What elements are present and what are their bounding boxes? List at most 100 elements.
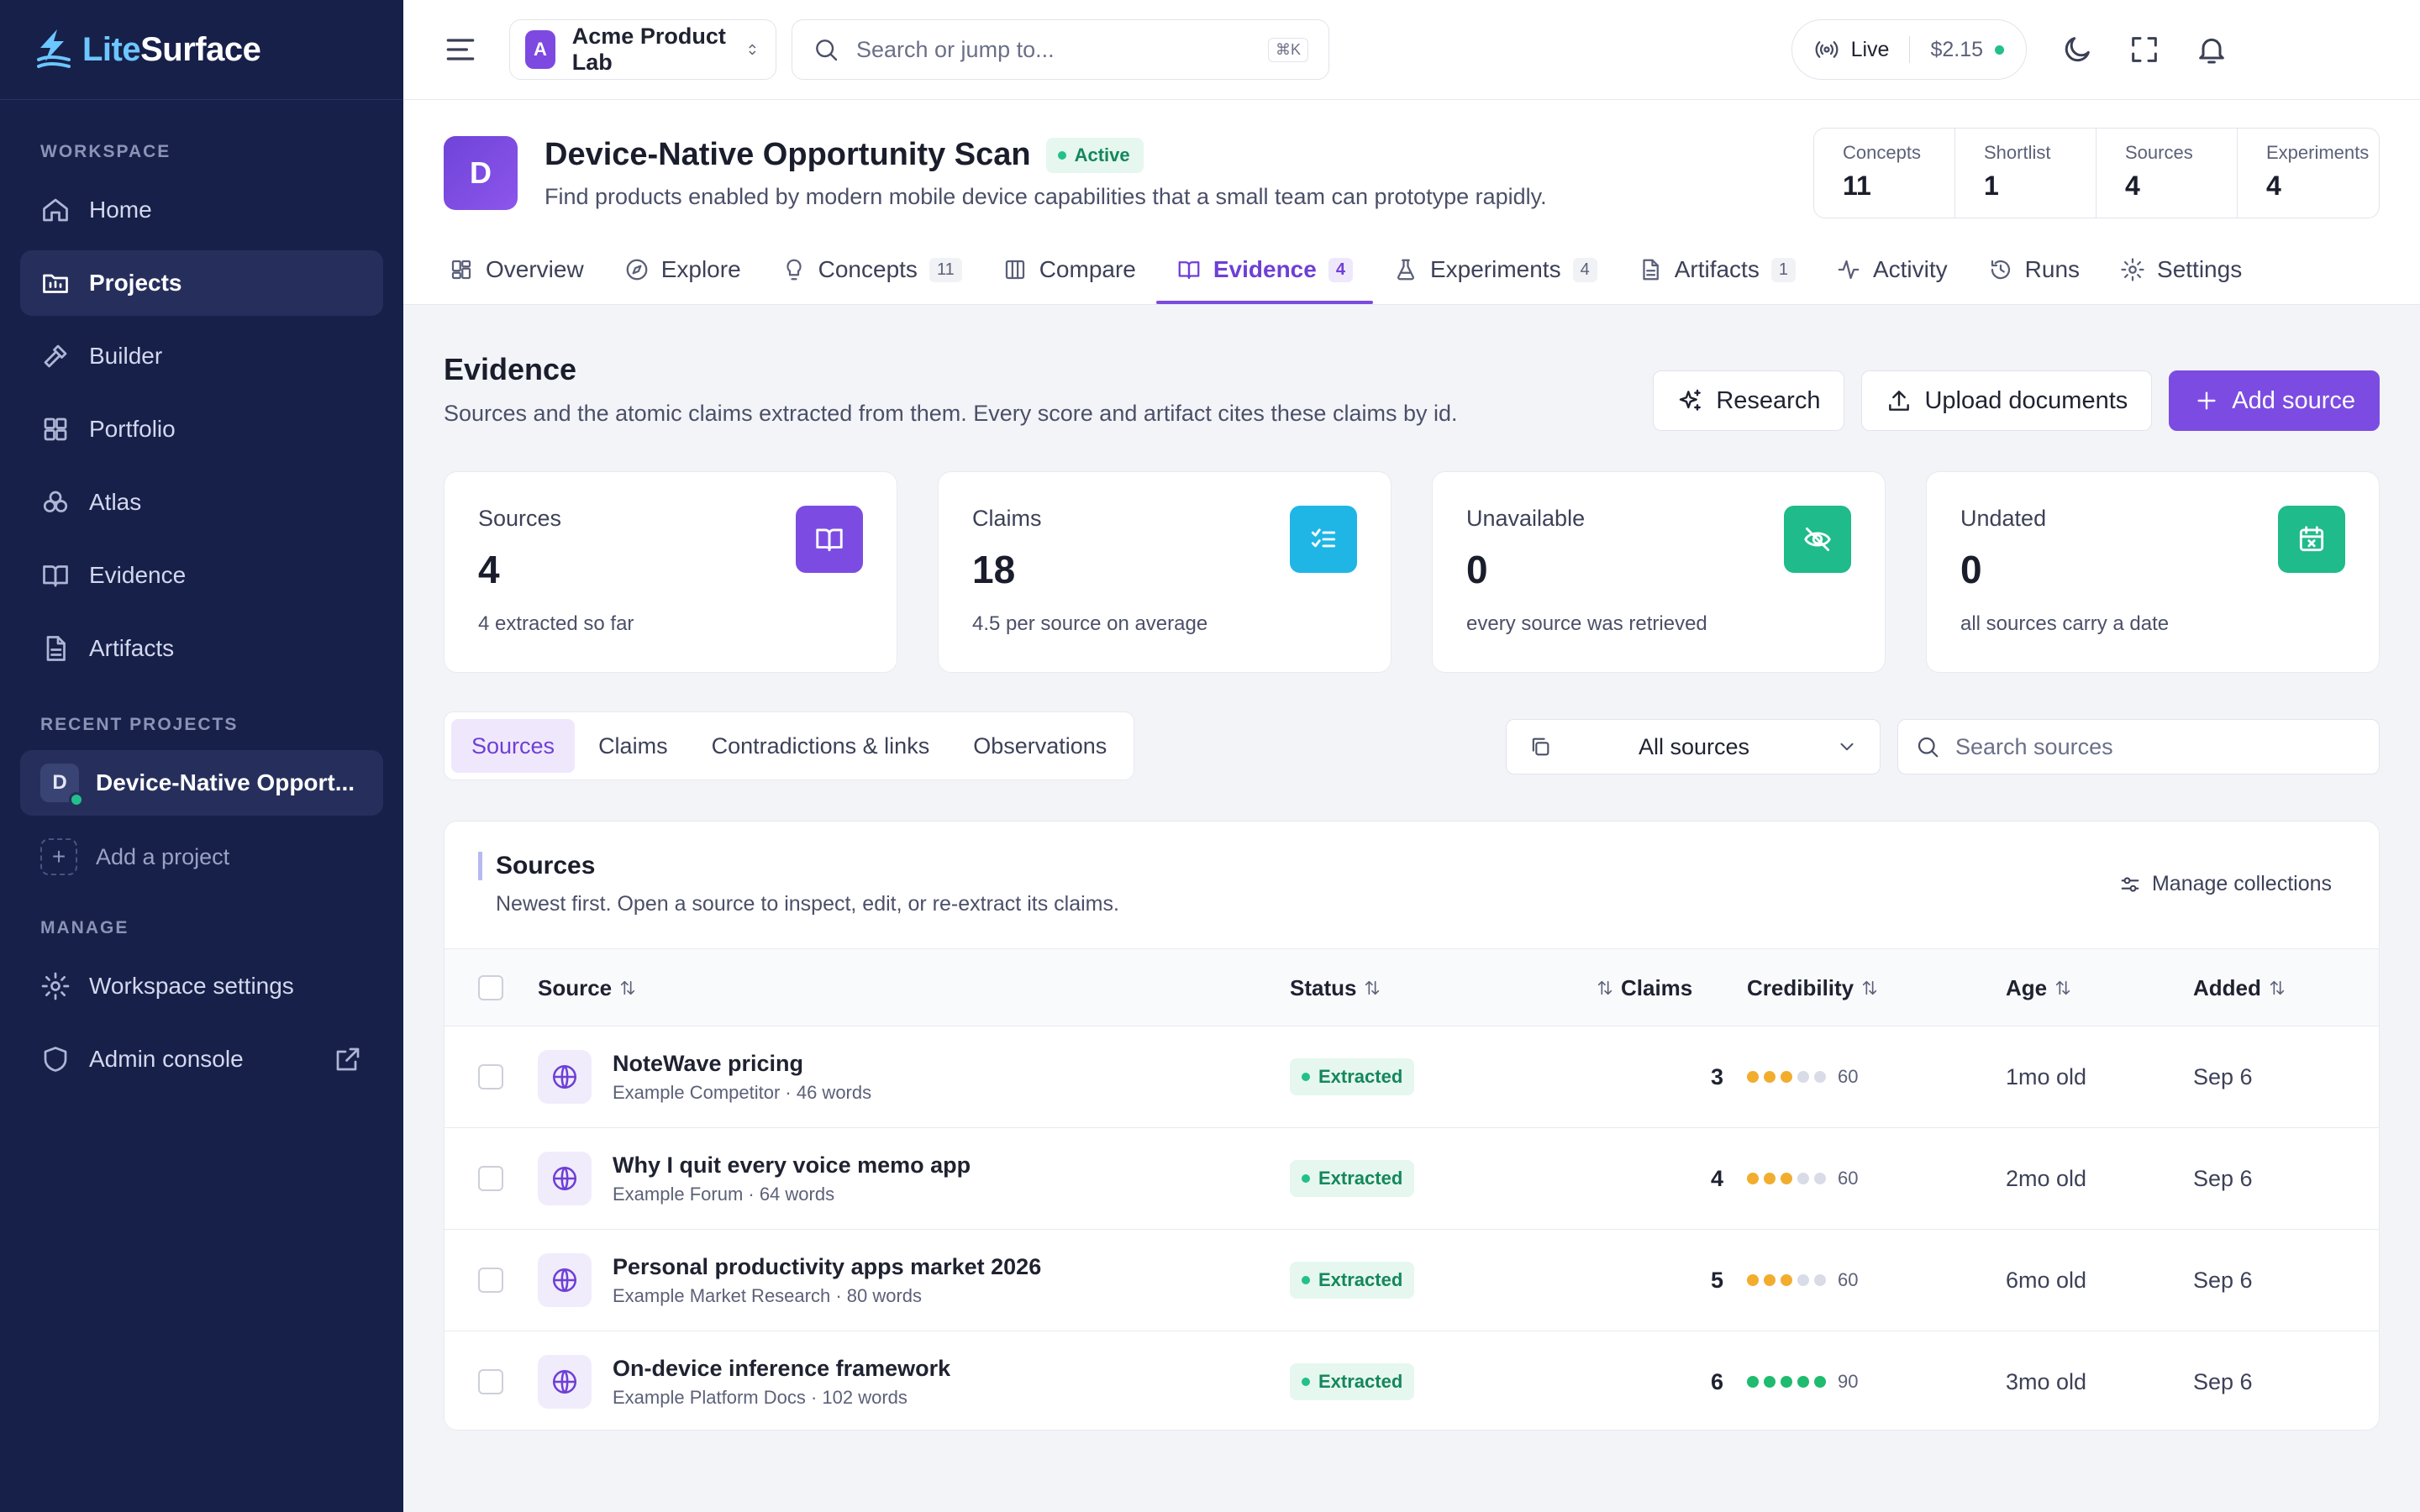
sort-icon	[1597, 980, 1612, 995]
projects-icon	[43, 274, 68, 293]
table-row[interactable]: On-device inference framework Example Pl…	[445, 1331, 2379, 1430]
plus-icon: +	[40, 838, 77, 875]
source-name[interactable]: Why I quit every voice memo app	[613, 1152, 971, 1179]
stat-concepts[interactable]: Concepts 11	[1814, 129, 1955, 218]
globe-icon	[538, 1152, 592, 1205]
sidebar-item-label: Workspace settings	[89, 973, 294, 999]
global-search-input[interactable]: Search or jump to... ⌘K	[792, 19, 1329, 80]
sidebar-item-admin-console[interactable]: Admin console	[20, 1026, 383, 1092]
column-status[interactable]: Status	[1290, 949, 1381, 1026]
tab-compare[interactable]: Compare	[982, 235, 1156, 304]
tab-explore[interactable]: Explore	[604, 235, 761, 304]
divider	[1909, 36, 1911, 63]
columns-icon	[1005, 260, 1024, 280]
table-row[interactable]: Why I quit every voice memo app Example …	[445, 1128, 2379, 1230]
column-credibility[interactable]: Credibility	[1747, 949, 1879, 1026]
source-meta: Example Platform Docs · 102 words	[613, 1386, 908, 1408]
tab-activity[interactable]: Activity	[1816, 235, 1968, 304]
stat-sources[interactable]: Sources 4	[2096, 129, 2238, 218]
globe-icon	[538, 1050, 592, 1104]
brand[interactable]: LiteSurface	[0, 0, 403, 100]
gear-icon	[2121, 258, 2144, 281]
status-badge: Extracted	[1290, 1262, 1415, 1299]
sidebar-item-projects[interactable]: Projects	[20, 250, 383, 316]
credibility-dot	[1747, 1071, 1759, 1083]
sidebar-item-label: Builder	[89, 343, 163, 369]
subtab-claims[interactable]: Claims	[578, 719, 688, 773]
external-link-icon[interactable]	[333, 1044, 363, 1074]
moon-icon[interactable]	[2060, 33, 2094, 66]
sidebar-item-portfolio[interactable]: Portfolio	[20, 396, 383, 462]
credibility-dot	[1747, 1274, 1759, 1286]
tab-concepts[interactable]: Concepts 11	[761, 235, 982, 304]
credibility-value: 60	[1838, 1269, 1859, 1290]
sidebar-item-artifacts[interactable]: Artifacts	[20, 616, 383, 681]
column-source[interactable]: Source	[538, 949, 637, 1026]
search-icon	[1918, 737, 1939, 758]
column-age[interactable]: Age	[2006, 949, 2072, 1026]
sidebar-item-label: Evidence	[89, 562, 187, 588]
source-age: 6mo old	[2006, 1267, 2087, 1293]
broadcast-icon	[1815, 41, 1838, 58]
sidebar-item-home[interactable]: Home	[20, 177, 383, 243]
live-status-pill[interactable]: Live $2.15	[1791, 19, 2027, 80]
sidebar-item-workspace-settings[interactable]: Workspace settings	[20, 953, 383, 1019]
recent-project-avatar: D	[40, 764, 84, 807]
subtab-sources[interactable]: Sources	[451, 719, 576, 773]
search-icon	[816, 39, 838, 61]
topbar: A Acme Product Lab Search or jump to... …	[403, 0, 2420, 100]
manage-collections-button[interactable]: Manage collections	[2118, 872, 2332, 896]
project-description: Find products enabled by modern mobile d…	[544, 184, 1547, 209]
sidebar-item-atlas[interactable]: Atlas	[20, 470, 383, 535]
sidebar-item-builder[interactable]: Builder	[20, 323, 383, 389]
search-placeholder: Search or jump to...	[856, 36, 1055, 62]
row-checkbox[interactable]	[478, 1166, 503, 1191]
stat-shortlist[interactable]: Shortlist 1	[1955, 129, 2096, 218]
tab-experiments[interactable]: Experiments 4	[1373, 235, 1618, 304]
tab-count: 11	[929, 257, 962, 282]
research-button[interactable]: Research	[1653, 370, 1845, 431]
fullscreen-icon[interactable]	[2128, 33, 2161, 66]
tab-evidence[interactable]: Evidence 4	[1155, 235, 1374, 304]
table-row[interactable]: NoteWave pricing Example Competitor · 46…	[445, 1026, 2379, 1128]
sidebar-item-evidence[interactable]: Evidence	[20, 543, 383, 608]
sparkles-icon	[1680, 389, 1702, 411]
claims-count: 4	[1710, 1165, 1723, 1191]
source-age: 1mo old	[2006, 1063, 2087, 1089]
recent-project-item[interactable]: D Device-Native Opport...	[20, 750, 383, 816]
credibility-dot	[1781, 1376, 1792, 1388]
flask-icon	[1397, 259, 1414, 281]
tab-overview[interactable]: Overview	[429, 235, 604, 304]
page-title: Device-Native Opportunity Scan	[544, 137, 1031, 172]
select-all-checkbox[interactable]	[478, 975, 503, 1000]
add-source-button[interactable]: Add source	[2169, 370, 2380, 431]
live-indicator-dot	[1995, 45, 2004, 55]
tab-runs[interactable]: Runs	[1968, 235, 2100, 304]
menu-icon[interactable]	[442, 31, 479, 68]
row-checkbox[interactable]	[478, 1369, 503, 1394]
row-checkbox[interactable]	[478, 1064, 503, 1089]
chevron-updown-icon	[749, 44, 756, 55]
add-project-button[interactable]: + Add a project	[20, 827, 383, 886]
column-claims[interactable]: Claims	[1596, 949, 1692, 1026]
subtab-observations[interactable]: Observations	[953, 719, 1127, 773]
stat-experiments[interactable]: Experiments 4	[2238, 129, 2379, 218]
source-name[interactable]: Personal productivity apps market 2026	[613, 1254, 1041, 1280]
document-icon	[46, 636, 66, 661]
column-added[interactable]: Added	[2193, 949, 2286, 1026]
row-checkbox[interactable]	[478, 1268, 503, 1293]
workspace-switcher[interactable]: A Acme Product Lab	[509, 19, 776, 80]
subtab-contradictions[interactable]: Contradictions & links	[692, 719, 950, 773]
bell-icon[interactable]	[2195, 33, 2228, 66]
source-filter-select[interactable]: All sources	[1506, 719, 1881, 774]
tab-settings[interactable]: Settings	[2100, 235, 2262, 304]
source-name[interactable]: On-device inference framework	[613, 1356, 950, 1382]
credibility-dots	[1747, 1173, 1826, 1184]
credibility-value: 60	[1838, 1168, 1859, 1189]
collections-icon	[1532, 738, 1549, 756]
upload-documents-button[interactable]: Upload documents	[1861, 370, 2153, 431]
source-name[interactable]: NoteWave pricing	[613, 1051, 803, 1077]
table-row[interactable]: Personal productivity apps market 2026 E…	[445, 1230, 2379, 1331]
tab-artifacts[interactable]: Artifacts 1	[1618, 235, 1816, 304]
search-sources-input[interactable]: Search sources	[1897, 719, 2380, 774]
